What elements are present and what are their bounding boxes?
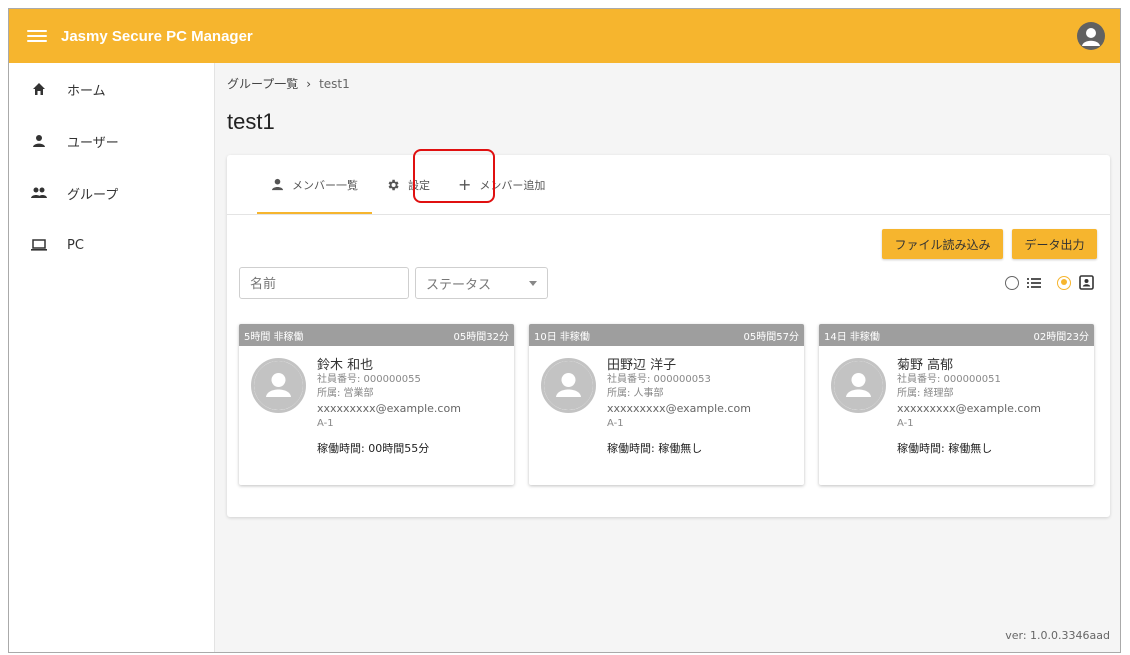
card-header: 5時間 非稼働 05時間32分	[239, 324, 514, 346]
version-label: ver: 1.0.0.3346aad	[1005, 629, 1110, 642]
avatar-icon	[831, 358, 886, 413]
plus-icon: +	[458, 174, 472, 194]
card-duration: 05時間32分	[453, 331, 509, 343]
chevron-down-icon	[529, 280, 537, 286]
pc-id: A-1	[317, 418, 334, 429]
tab-bar: メンバー一覧 設定 + メンバー追加	[257, 149, 559, 214]
person-icon	[29, 131, 49, 151]
employee-number: 社員番号: 000000055	[317, 374, 421, 385]
card-status: 5時間 非稼働	[244, 331, 304, 343]
department: 所属: 人事部	[607, 388, 664, 399]
name-search-input[interactable]	[239, 267, 409, 299]
card-status: 10日 非稼働	[534, 331, 590, 343]
status-select-label: ステータス	[426, 277, 492, 293]
import-file-button[interactable]: ファイル読み込み	[882, 229, 1003, 259]
status-select[interactable]: ステータス	[415, 267, 548, 299]
member-email: xxxxxxxxx@example.com	[897, 402, 1041, 415]
tab-add-member[interactable]: + メンバー追加	[444, 155, 559, 214]
tab-label: メンバー一覧	[292, 178, 358, 192]
app-bar: Jasmy Secure PC Manager	[9, 9, 1120, 63]
group-panel: メンバー一覧 設定 + メンバー追加 ファイル読み込み データ出力 ステータス	[227, 149, 1110, 517]
pc-id: A-1	[897, 418, 914, 429]
tab-label: 設定	[408, 178, 430, 192]
breadcrumb-link-group-list[interactable]: グループ一覧	[227, 75, 298, 92]
app-window: Jasmy Secure PC Manager ホーム ユーザー グループ PC…	[8, 8, 1121, 653]
person-icon	[271, 178, 284, 191]
sidebar-item-label: PC	[67, 237, 84, 253]
employee-number: 社員番号: 000000051	[897, 374, 1001, 385]
card-status: 14日 非稼働	[824, 331, 880, 343]
account-avatar-icon[interactable]	[1077, 22, 1105, 50]
uptime: 稼働時間: 稼働無し	[607, 442, 703, 455]
tab-member-list[interactable]: メンバー一覧	[257, 155, 372, 214]
hamburger-menu-icon[interactable]	[27, 30, 47, 42]
home-icon	[29, 79, 49, 99]
tab-label: メンバー追加	[479, 178, 546, 192]
pc-id: A-1	[607, 418, 624, 429]
sidebar-item-label: ユーザー	[67, 135, 119, 151]
department: 所属: 経理部	[897, 388, 954, 399]
list-view-radio[interactable]	[1005, 275, 1019, 290]
avatar-icon	[541, 358, 596, 413]
employee-number: 社員番号: 000000053	[607, 374, 711, 385]
member-name: 鈴木 和也	[317, 358, 374, 373]
laptop-icon	[29, 235, 49, 255]
contact-card-icon	[1079, 275, 1094, 290]
uptime: 稼働時間: 稼働無し	[897, 442, 993, 455]
member-email: xxxxxxxxx@example.com	[317, 402, 461, 415]
export-data-button[interactable]: データ出力	[1012, 229, 1097, 259]
sidebar-item-groups[interactable]: グループ	[9, 167, 214, 219]
view-toggle	[1005, 275, 1094, 290]
member-info: 鈴木 和也 社員番号: 000000055 所属: 営業部 xxxxxxxxx@…	[317, 354, 461, 456]
gear-icon	[388, 179, 399, 190]
sidebar-item-label: ホーム	[67, 83, 106, 99]
member-name: 田野辺 洋子	[607, 358, 677, 373]
department: 所属: 営業部	[317, 388, 374, 399]
breadcrumb-separator: ›	[306, 76, 312, 91]
member-card[interactable]: 10日 非稼働 05時間57分 田野辺 洋子 社員番号: 000000053 所…	[529, 324, 804, 485]
card-duration: 05時間57分	[743, 331, 799, 343]
breadcrumb: グループ一覧 › test1	[227, 75, 350, 92]
member-card[interactable]: 5時間 非稼働 05時間32分 鈴木 和也 社員番号: 000000055 所属…	[239, 324, 514, 485]
main-content: グループ一覧 › test1 test1 メンバー一覧 設定 + メンバー追加	[215, 63, 1120, 652]
member-email: xxxxxxxxx@example.com	[607, 402, 751, 415]
sidebar-item-pc[interactable]: PC	[9, 219, 214, 271]
breadcrumb-current: test1	[319, 76, 350, 91]
sidebar-item-label: グループ	[67, 187, 119, 203]
uptime: 稼働時間: 00時間55分	[317, 442, 430, 455]
sidebar-item-home[interactable]: ホーム	[9, 63, 214, 115]
group-icon	[29, 183, 49, 203]
tabs-divider	[227, 214, 1110, 215]
card-header: 14日 非稼働 02時間23分	[819, 324, 1094, 346]
app-title: Jasmy Secure PC Manager	[61, 27, 253, 45]
member-info: 菊野 高郁 社員番号: 000000051 所属: 経理部 xxxxxxxxx@…	[897, 354, 1041, 456]
card-header: 10日 非稼働 05時間57分	[529, 324, 804, 346]
member-info: 田野辺 洋子 社員番号: 000000053 所属: 人事部 xxxxxxxxx…	[607, 354, 751, 456]
sidebar: ホーム ユーザー グループ PC	[9, 63, 215, 652]
list-icon	[1027, 277, 1041, 288]
card-duration: 02時間23分	[1033, 331, 1089, 343]
page-title: test1	[227, 109, 275, 134]
sidebar-item-users[interactable]: ユーザー	[9, 115, 214, 167]
tab-settings[interactable]: 設定	[372, 155, 444, 214]
avatar-icon	[251, 358, 306, 413]
member-name: 菊野 高郁	[897, 358, 954, 373]
member-card[interactable]: 14日 非稼働 02時間23分 菊野 高郁 社員番号: 000000051 所属…	[819, 324, 1094, 485]
card-view-radio[interactable]	[1057, 275, 1071, 290]
